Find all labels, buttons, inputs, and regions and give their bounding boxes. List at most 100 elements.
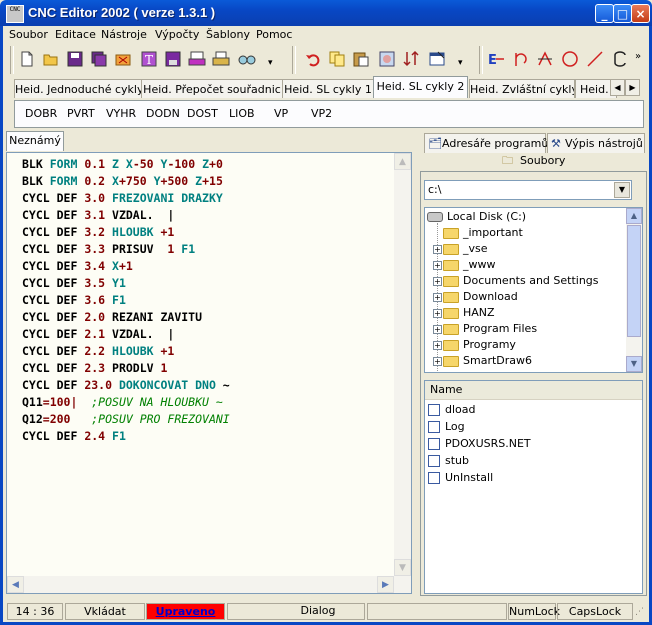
minimize-button[interactable]: _ — [595, 4, 614, 23]
code-line[interactable]: Q11=100| ;POSUV NA HLOUBKU ~ — [22, 394, 230, 411]
cmd-dost[interactable]: DOST — [187, 107, 218, 120]
code-line[interactable]: CYCL DEF 3.3 PRISUV 1 F1 — [22, 241, 230, 258]
tree-root[interactable]: Local Disk (C:) — [427, 209, 526, 225]
close-file-icon[interactable] — [114, 50, 132, 68]
tab-jednoduche-cykly[interactable]: Heid. Jednoduché cykly — [14, 79, 142, 98]
cmd-pvrt[interactable]: PVRT — [67, 107, 95, 120]
tree-folder-item[interactable]: Documents and Settings — [443, 273, 599, 289]
tab-sl-cykly-2[interactable]: Heid. SL cykly 2 — [373, 76, 468, 98]
menu-pomoc[interactable]: Pomoc — [256, 28, 292, 41]
resize-grip-icon[interactable]: ⋰ — [635, 607, 644, 617]
tree-folder-item[interactable]: Download — [443, 289, 518, 305]
edit-toolbar-overflow[interactable]: ▾ — [458, 50, 468, 68]
circle-icon[interactable] — [561, 50, 579, 68]
window-icon[interactable] — [428, 50, 446, 68]
tree-folder-item[interactable]: _vse — [443, 241, 488, 257]
cmd-dobr[interactable]: DOBR — [25, 107, 57, 120]
expand-plus-icon[interactable]: + — [433, 341, 442, 350]
code-line[interactable]: CYCL DEF 2.4 F1 — [22, 428, 230, 445]
menu-nastroje[interactable]: Nástroje — [101, 28, 147, 41]
file-list-header[interactable]: Name — [425, 381, 642, 400]
editor-horizontal-scrollbar[interactable]: ◀ ▶ — [7, 576, 394, 593]
copy-icon[interactable] — [328, 50, 346, 68]
image-icon[interactable] — [378, 50, 396, 68]
drive-select[interactable]: c:\ ▼ — [424, 180, 632, 200]
menu-vypocty[interactable]: Výpočty — [155, 28, 199, 41]
menu-sablony[interactable]: Šablony — [206, 28, 250, 41]
file-list-item[interactable]: dload — [428, 401, 476, 418]
tree-folder-item[interactable]: WINDOWS — [443, 369, 520, 372]
sort-icon[interactable] — [402, 50, 420, 68]
tree-folder-item[interactable]: Program Files — [443, 321, 537, 337]
tab-scroll-right[interactable]: ▶ — [625, 79, 640, 96]
tab-adresare-programu[interactable]: 🗂Adresáře programů — [424, 133, 548, 153]
editor-vertical-scrollbar[interactable]: ▲ ▼ — [394, 153, 411, 593]
scroll-down-arrow-icon[interactable]: ▼ — [394, 559, 411, 576]
file-list-item[interactable]: Log — [428, 418, 465, 435]
expand-plus-icon[interactable]: + — [433, 309, 442, 318]
text-icon[interactable]: T — [140, 50, 158, 68]
cmd-vp2[interactable]: VP2 — [311, 107, 332, 120]
print-icon[interactable] — [188, 50, 206, 68]
line-icon[interactable] — [586, 50, 604, 68]
glasses-icon[interactable] — [238, 50, 256, 68]
expand-plus-icon[interactable]: + — [433, 357, 442, 366]
code-line[interactable]: CYCL DEF 2.2 HLOUBK +1 — [22, 343, 230, 360]
app-icon[interactable]: CNC — [6, 5, 24, 23]
code-line[interactable]: CYCL DEF 3.6 F1 — [22, 292, 230, 309]
mirror-icon[interactable] — [536, 50, 554, 68]
scroll-right-arrow-icon[interactable]: ▶ — [377, 576, 394, 593]
scroll-up-arrow-icon[interactable]: ▲ — [394, 153, 411, 170]
tab-zvlastni-cykly[interactable]: Heid. Zvláštní cykly — [469, 79, 575, 98]
file-list-item[interactable]: PDOXUSRS.NET — [428, 435, 531, 452]
code-editor[interactable]: BLK FORM 0.1 Z X-50 Y-100 Z+0 BLK FORM 0.… — [6, 152, 412, 594]
tree-folder-item[interactable]: SmartDraw6 — [443, 353, 532, 369]
code-line[interactable]: BLK FORM 0.1 Z X-50 Y-100 Z+0 — [22, 156, 230, 173]
cmd-liob[interactable]: LIOB — [229, 107, 255, 120]
tree-folder-item[interactable]: _www — [443, 257, 496, 273]
line-e-icon[interactable]: E — [487, 50, 505, 68]
tab-scroll-left[interactable]: ◀ — [610, 79, 625, 96]
code-line[interactable]: CYCL DEF 3.2 HLOUBK +1 — [22, 224, 230, 241]
code-line[interactable]: CYCL DEF 3.4 X+1 — [22, 258, 230, 275]
tree-folder-item[interactable]: HANZ — [443, 305, 495, 321]
undo-icon[interactable] — [304, 50, 322, 68]
folder-tree[interactable]: Local Disk (C:) ▲ ▼ _important _vse + _www +… — [424, 207, 643, 373]
tree-scroll-up-icon[interactable]: ▲ — [626, 208, 642, 224]
tab-soubory[interactable]: 🗀 Soubory — [502, 151, 565, 171]
name-column-header[interactable]: Name — [425, 383, 462, 396]
code-lines[interactable]: BLK FORM 0.1 Z X-50 Y-100 Z+0 BLK FORM 0.… — [22, 156, 230, 445]
file-list-item[interactable]: stub — [428, 452, 469, 469]
floppy-icon[interactable] — [164, 50, 182, 68]
expand-plus-icon[interactable]: + — [433, 261, 442, 270]
tree-folder-item[interactable]: Programy — [443, 337, 516, 353]
expand-plus-icon[interactable]: + — [433, 277, 442, 286]
code-line[interactable]: CYCL DEF 2.0 REZANI ZAVITU — [22, 309, 230, 326]
tree-scrollbar[interactable]: ▲ ▼ — [626, 208, 642, 372]
curve-icon[interactable] — [611, 50, 629, 68]
tree-folder-item[interactable]: _important — [443, 225, 523, 241]
open-folder-icon[interactable] — [42, 50, 60, 68]
save-all-icon[interactable] — [90, 50, 108, 68]
editor-document-tab[interactable]: Neznámý — [6, 131, 64, 151]
save-icon[interactable] — [66, 50, 84, 68]
code-line[interactable]: BLK FORM 0.2 X+750 Y+500 Z+15 — [22, 173, 230, 190]
tab-sl-cykly-1[interactable]: Heid. SL cykly 1 — [282, 79, 374, 98]
printer-icon[interactable] — [212, 50, 230, 68]
code-line[interactable]: CYCL DEF 2.1 VZDAL. | — [22, 326, 230, 343]
tab-prepocet-souradnic[interactable]: Heid. Přepočet souřadnic — [141, 79, 283, 98]
code-line[interactable]: Q12=200 ;POSUV PRO FREZOVANI — [22, 411, 230, 428]
file-list-item[interactable]: UnInstall — [428, 469, 493, 486]
chevron-down-icon[interactable]: ▼ — [614, 182, 630, 198]
code-line[interactable]: CYCL DEF 23.0 DOKONCOVAT DNO ~ — [22, 377, 230, 394]
menu-editace[interactable]: Editace — [55, 28, 96, 41]
menu-soubor[interactable]: Soubor — [9, 28, 48, 41]
tab-vypis-nastroju[interactable]: ⚒ Výpis nástrojů — [547, 133, 645, 153]
scroll-left-arrow-icon[interactable]: ◀ — [7, 576, 24, 593]
new-file-icon[interactable] — [18, 50, 36, 68]
cmd-vyhr[interactable]: VYHR — [106, 107, 136, 120]
expand-plus-icon[interactable]: + — [433, 245, 442, 254]
expand-plus-icon[interactable]: + — [433, 293, 442, 302]
cmd-dodn[interactable]: DODN — [146, 107, 180, 120]
tree-scroll-thumb[interactable] — [627, 225, 641, 337]
